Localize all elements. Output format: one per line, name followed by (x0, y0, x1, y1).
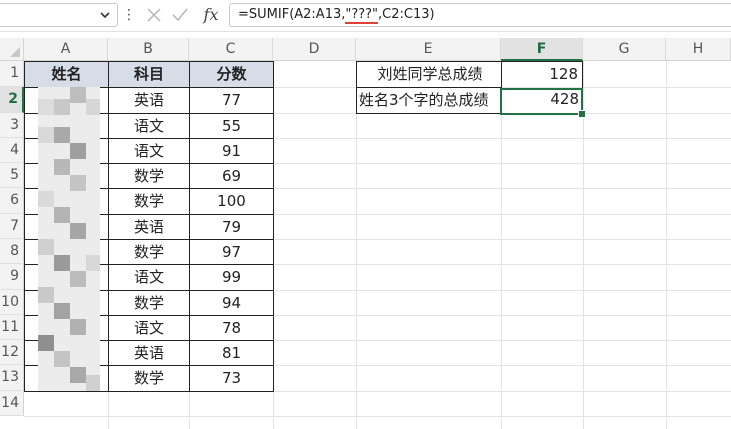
gridline (24, 416, 731, 417)
subject-cell[interactable]: 数学 (109, 366, 190, 392)
summary-label-cell[interactable]: 姓名3个字的总成绩 (356, 87, 502, 114)
score-cell[interactable]: 91 (190, 139, 274, 164)
column-header-c[interactable]: C (189, 38, 273, 61)
subject-cell[interactable]: 数学 (109, 164, 190, 189)
row-header-11[interactable]: 11 (0, 315, 24, 340)
spreadsheet-grid: A B C D E F G H 1 2 3 4 5 6 7 8 9 10 11 … (0, 38, 731, 429)
formula-bar: ⋮ fx =SUMIF(A2:A13,"???",C2:C13) (0, 0, 731, 32)
row-header-5[interactable]: 5 (0, 163, 24, 188)
gridline (501, 61, 502, 429)
row-header-7[interactable]: 7 (0, 214, 24, 239)
subject-cell[interactable]: 数学 (109, 240, 190, 265)
fill-handle[interactable] (578, 110, 586, 118)
summary-value-cell[interactable]: 428 (501, 87, 583, 114)
header-cell-subject[interactable]: 科目 (109, 61, 190, 88)
header-cell-name[interactable]: 姓名 (24, 61, 109, 88)
subject-cell[interactable]: 英语 (109, 88, 190, 114)
subject-cell[interactable]: 数学 (109, 189, 190, 215)
subject-cell[interactable]: 英语 (109, 341, 190, 366)
score-cell[interactable]: 100 (190, 189, 274, 215)
row-header-4[interactable]: 4 (0, 138, 24, 163)
score-cell[interactable]: 55 (190, 114, 274, 139)
score-cell[interactable]: 99 (190, 265, 274, 291)
row-header-1[interactable]: 1 (0, 61, 24, 87)
row-header-2[interactable]: 2 (0, 87, 24, 113)
subject-cell[interactable]: 语文 (109, 114, 190, 139)
row-header-13[interactable]: 13 (0, 365, 24, 391)
score-cell[interactable]: 69 (190, 164, 274, 189)
score-cell[interactable]: 78 (190, 316, 274, 341)
column-header-e[interactable]: E (356, 38, 501, 61)
row-header-8[interactable]: 8 (0, 239, 24, 264)
redacted-names-mosaic (38, 87, 100, 391)
name-box[interactable] (0, 3, 118, 27)
row-header-14[interactable]: 14 (0, 391, 24, 416)
column-header-b[interactable]: B (108, 38, 189, 61)
column-header-h[interactable]: H (666, 38, 731, 61)
gridline (666, 61, 667, 429)
score-cell[interactable]: 73 (190, 366, 274, 392)
formula-input[interactable]: =SUMIF(A2:A13,"???",C2:C13) (229, 3, 731, 27)
row-header-6[interactable]: 6 (0, 188, 24, 214)
select-all-corner[interactable] (0, 38, 24, 61)
gridline (356, 61, 357, 429)
subject-cell[interactable]: 语文 (109, 265, 190, 291)
checkmark-icon[interactable] (172, 7, 188, 23)
column-header-g[interactable]: G (583, 38, 666, 61)
row-header-3[interactable]: 3 (0, 113, 24, 138)
formula-text-suffix: ,C2:C13) (378, 7, 435, 22)
score-cell[interactable]: 79 (190, 215, 274, 240)
column-header-d[interactable]: D (273, 38, 356, 61)
subject-cell[interactable]: 语文 (109, 139, 190, 164)
cross-icon[interactable] (146, 7, 162, 23)
score-cell[interactable]: 94 (190, 291, 274, 316)
row-header-9[interactable]: 9 (0, 264, 24, 290)
chevron-down-icon[interactable] (99, 9, 111, 21)
summary-value-cell[interactable]: 128 (501, 61, 583, 88)
insert-function-icon[interactable]: fx (201, 4, 221, 26)
subject-cell[interactable]: 英语 (109, 215, 190, 240)
row-header-10[interactable]: 10 (0, 290, 24, 315)
summary-label-cell[interactable]: 刘姓同学总成绩 (356, 61, 502, 88)
formula-text-prefix: =SUMIF(A2:A13, (238, 7, 346, 22)
score-cell[interactable]: 77 (190, 88, 274, 114)
formula-criteria-text: "???" (345, 7, 379, 24)
column-header-a[interactable]: A (24, 38, 108, 61)
header-cell-score[interactable]: 分数 (190, 61, 274, 88)
column-header-f[interactable]: F (501, 38, 583, 61)
score-cell[interactable]: 81 (190, 341, 274, 366)
select-all-icon (10, 47, 20, 57)
row-header-12[interactable]: 12 (0, 340, 24, 365)
subject-cell[interactable]: 语文 (109, 316, 190, 341)
more-options-icon[interactable]: ⋮ (122, 6, 136, 24)
subject-cell[interactable]: 数学 (109, 291, 190, 316)
score-cell[interactable]: 97 (190, 240, 274, 265)
